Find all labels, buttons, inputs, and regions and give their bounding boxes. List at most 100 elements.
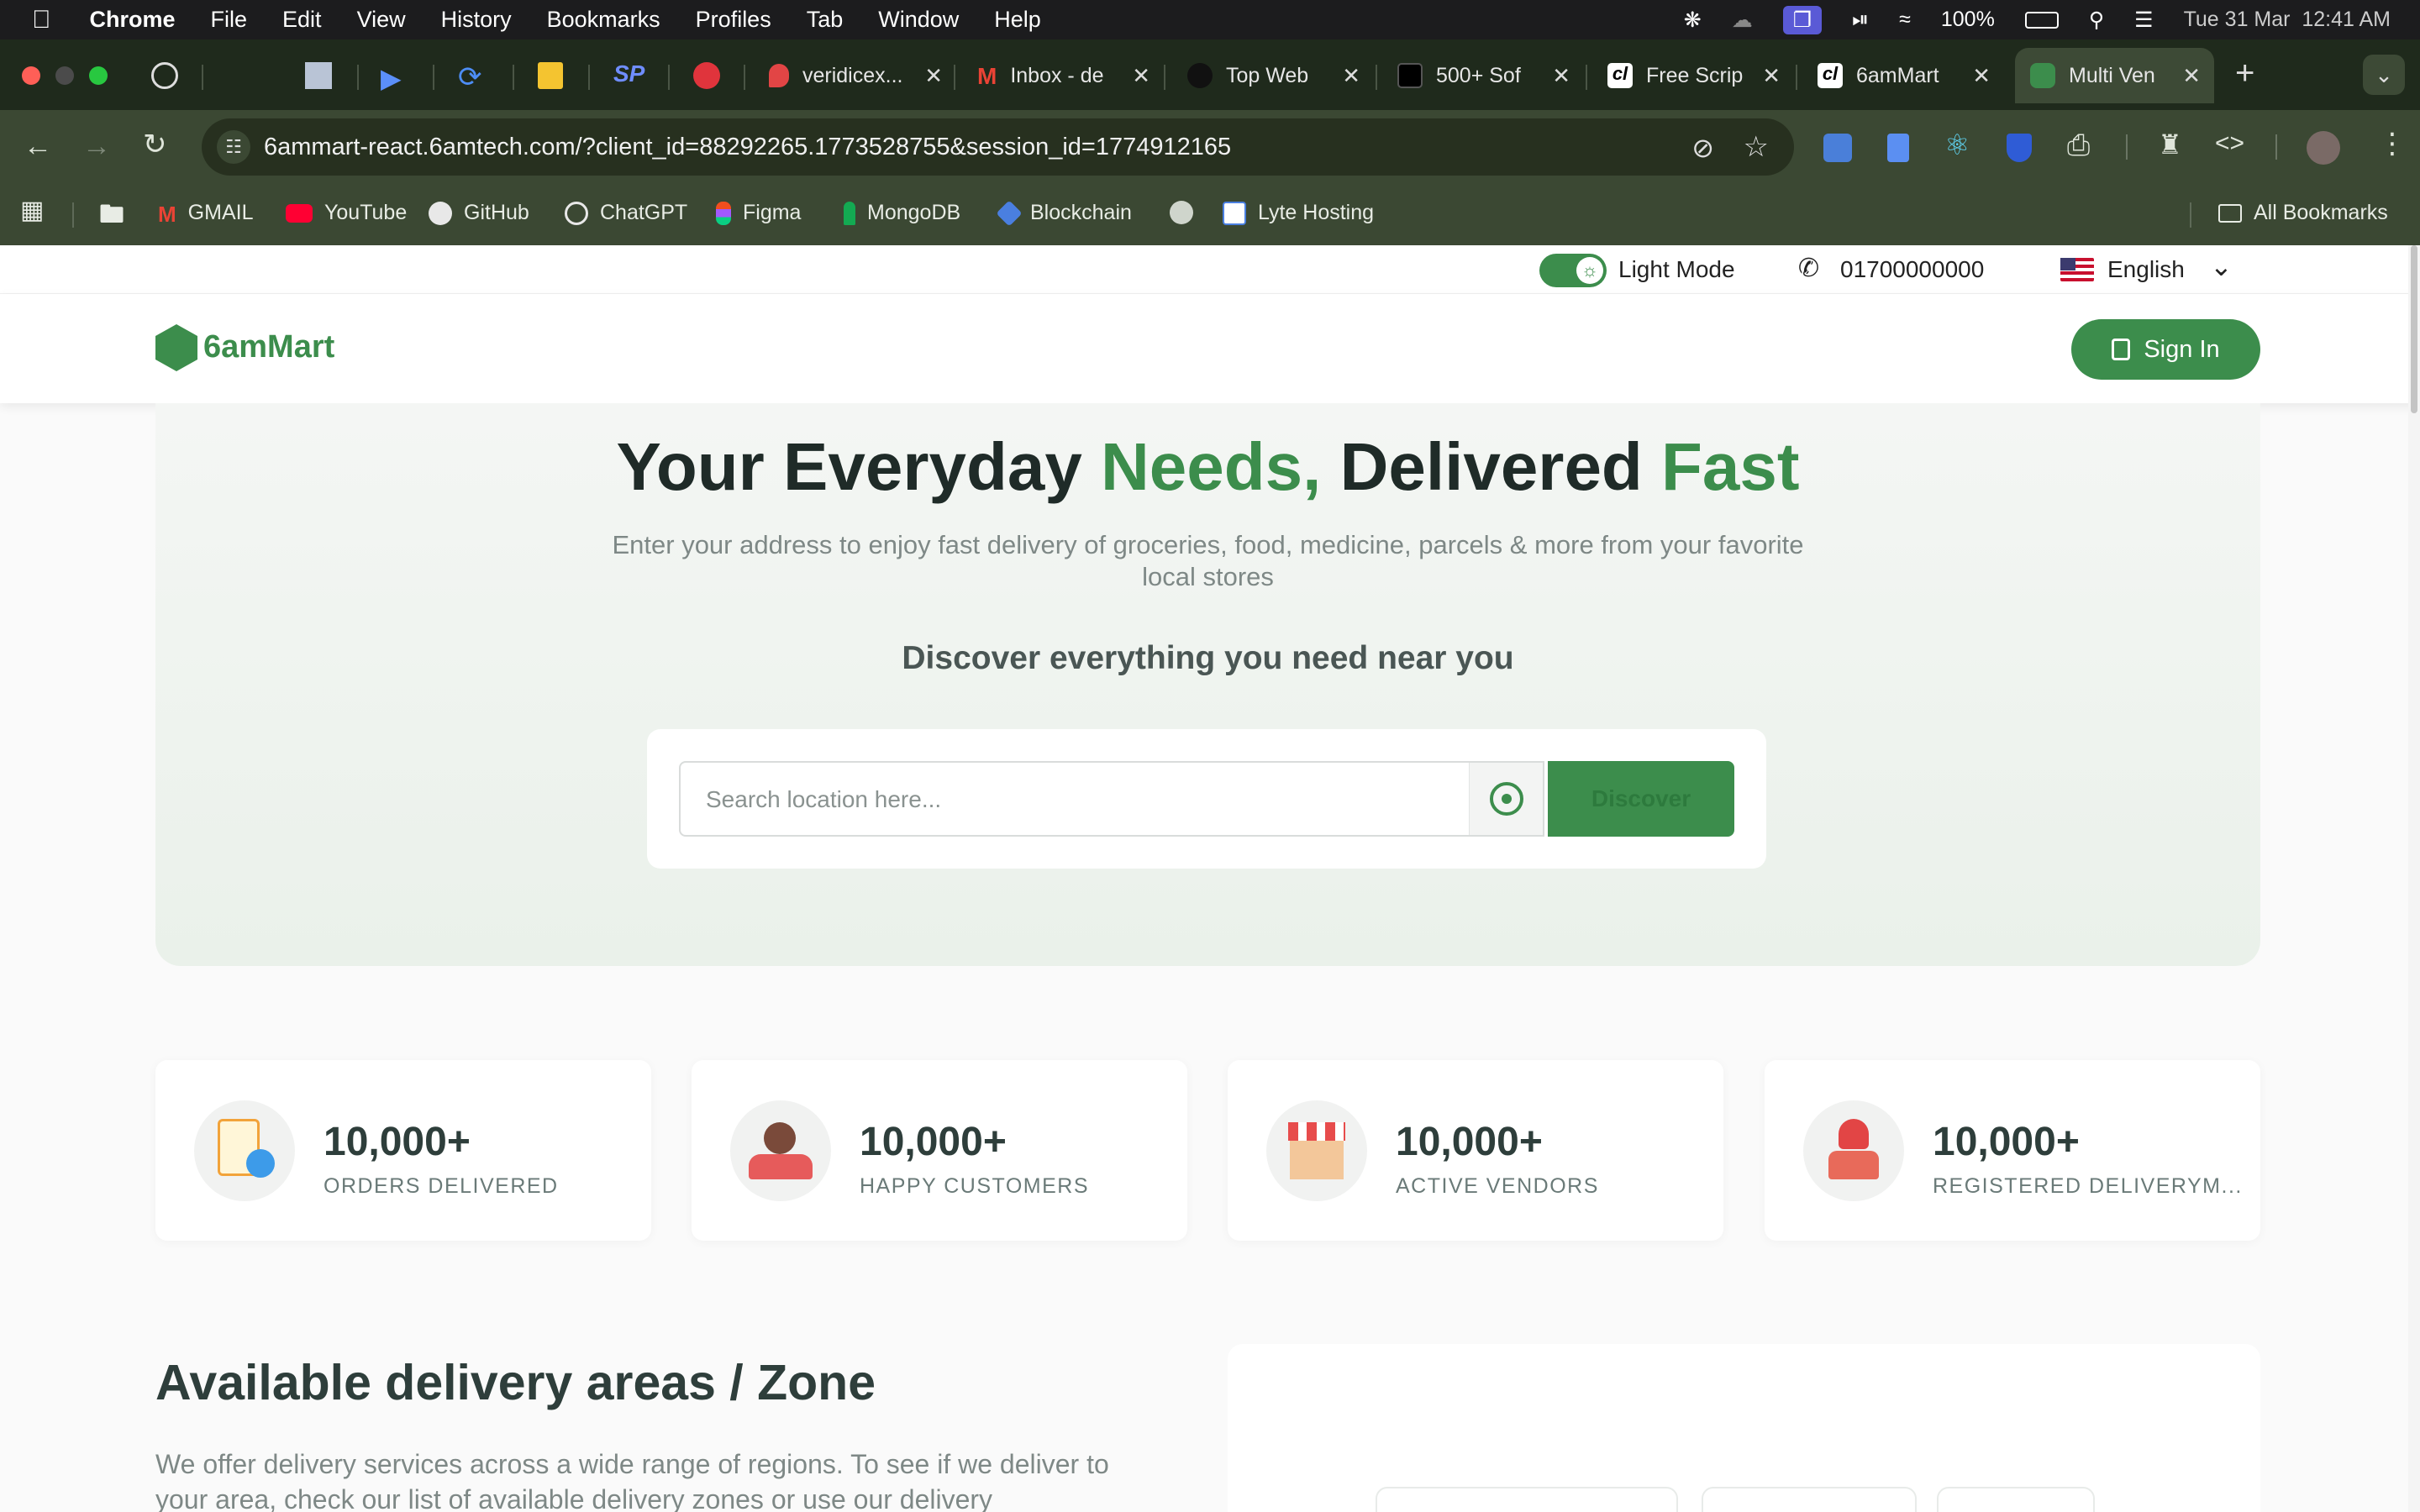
zone-chip[interactable] — [1702, 1487, 1917, 1512]
translate-extension-icon[interactable] — [1823, 134, 1852, 162]
menu-edit[interactable]: Edit — [282, 7, 322, 33]
tab-multi-vendor-active[interactable]: Multi Ven ✕ — [2015, 48, 2214, 103]
language-selector[interactable]: English — [2107, 256, 2185, 283]
control-center-icon[interactable]: ☰ — [2134, 8, 2153, 33]
bookmark-figma[interactable]: Figma — [716, 201, 801, 225]
menu-file[interactable]: File — [211, 7, 248, 33]
discover-button[interactable]: Discover — [1548, 761, 1734, 837]
6ammart-logo-icon[interactable] — [155, 324, 197, 371]
tab-gmail-inbox[interactable]: M Inbox - de ✕ — [971, 48, 1157, 103]
menu-history[interactable]: History — [441, 7, 512, 33]
bitwarden-extension-icon[interactable] — [2007, 134, 2032, 162]
tab-500-software[interactable]: 500+ Sof ✕ — [1391, 48, 1577, 103]
new-tab-icon[interactable]: + — [2235, 55, 2254, 92]
reload-icon[interactable]: ↻ — [143, 130, 167, 159]
stat-label: ORDERS DELIVERED — [324, 1174, 559, 1198]
extensions-puzzle-icon[interactable]: ⎙ — [2067, 131, 2090, 160]
apple-menu-icon[interactable]:  — [32, 6, 51, 34]
battery-percent[interactable]: 100% — [1941, 8, 1995, 32]
site-header: 6amMart Sign In — [0, 294, 2420, 403]
current-location-button[interactable] — [1469, 763, 1543, 835]
spotlight-search-icon[interactable]: ⚲ — [2089, 8, 2104, 33]
tab-close-icon[interactable]: ✕ — [1342, 63, 1360, 89]
window-zoom-button[interactable] — [89, 66, 108, 85]
tracking-off-icon[interactable]: ⊘ — [1691, 132, 1714, 164]
incognito-icon[interactable]: ♜ — [2158, 131, 2182, 158]
screen-mirror-icon[interactable]: ❐ — [1782, 5, 1823, 34]
devtools-code-icon[interactable]: <> — [2215, 131, 2244, 156]
bookmark-youtube[interactable]: YouTube — [286, 201, 407, 225]
address-bar[interactable]: ☷ 6ammart-react.6amtech.com/?client_id=8… — [202, 118, 1794, 176]
theme-mode-label[interactable]: Light Mode — [1618, 256, 1735, 283]
tab-close-icon[interactable]: ✕ — [1132, 63, 1150, 89]
pinned-tab-qr-icon[interactable] — [305, 62, 332, 89]
wifi-icon[interactable]: ≈ — [1899, 8, 1911, 32]
forward-arrow-icon[interactable]: → — [82, 132, 111, 160]
play-status-icon[interactable]: ⏯ — [1852, 8, 1869, 32]
tab-close-icon[interactable]: ✕ — [1552, 63, 1570, 89]
cloud-status-icon[interactable]: ☁ — [1732, 8, 1753, 33]
chrome-menu-kebab-icon[interactable]: ⋮ — [2378, 129, 2407, 158]
tab-close-icon[interactable]: ✕ — [1972, 63, 1991, 89]
menu-profiles[interactable]: Profiles — [696, 7, 771, 33]
menu-app-name[interactable]: Chrome — [90, 7, 176, 33]
pinned-tab-sync-icon[interactable]: ⟳ — [458, 60, 482, 94]
6ammart-favicon-icon — [2030, 63, 2055, 88]
page-scrollbar-thumb[interactable] — [2411, 245, 2417, 413]
mongodb-leaf-icon — [844, 201, 855, 225]
tab-top-web[interactable]: Top Web ✕ — [1181, 48, 1367, 103]
site-info-icon[interactable]: ☷ — [217, 130, 250, 164]
bookmark-globe[interactable] — [1170, 201, 1205, 224]
tab-free-scripts[interactable]: cl Free Scrip ✕ — [1601, 48, 1787, 103]
pinned-tab-sp-icon[interactable]: SP — [613, 60, 644, 87]
pinned-tab-sheet-icon[interactable] — [538, 62, 563, 89]
hero-title-highlight: Needs, — [1101, 429, 1322, 504]
page-scrollbar[interactable] — [2408, 245, 2420, 1512]
pinned-tab-openai-icon[interactable] — [151, 62, 178, 89]
menu-window[interactable]: Window — [878, 7, 959, 33]
sign-in-button[interactable]: Sign In — [2071, 319, 2260, 380]
chevron-down-icon[interactable]: ⌄ — [2210, 250, 2233, 282]
bookmark-chatgpt[interactable]: ChatGPT — [565, 201, 687, 225]
window-minimize-button[interactable] — [55, 66, 74, 85]
theme-toggle[interactable]: ☼ — [1539, 254, 1607, 287]
sparkle-status-icon[interactable]: ❋ — [1684, 8, 1702, 33]
menu-bookmarks[interactable]: Bookmarks — [547, 7, 660, 33]
profile-avatar[interactable] — [2307, 131, 2340, 165]
storefront-vendor-icon — [1266, 1100, 1367, 1201]
site-logo-text[interactable]: 6amMart — [203, 329, 334, 365]
toolbar-divider — [2126, 134, 2128, 160]
menu-view[interactable]: View — [357, 7, 406, 33]
menubar-clock[interactable]: Tue 31 Mar 12:41 AM — [2184, 8, 2391, 32]
pinned-tab-red-icon[interactable] — [693, 62, 720, 89]
bookmark-star-icon[interactable]: ☆ — [1744, 130, 1769, 164]
bookmark-gmail[interactable]: M GMAIL — [158, 201, 253, 227]
happy-customers-icon — [730, 1100, 831, 1201]
location-search-input[interactable]: Search location here... — [679, 761, 1544, 837]
bookmark-blockchain[interactable]: Blockchain — [996, 199, 1132, 227]
tab-close-icon[interactable]: ✕ — [2182, 63, 2201, 89]
back-arrow-icon[interactable]: ← — [24, 132, 52, 160]
tab-search-dropdown-icon[interactable]: ⌄ — [2363, 55, 2405, 95]
menu-tab[interactable]: Tab — [807, 7, 844, 33]
bookmark-mongodb[interactable]: MongoDB — [844, 201, 960, 225]
pinned-tab-play-icon[interactable]: ▶ — [381, 62, 402, 94]
phone-number[interactable]: 01700000000 — [1840, 256, 1984, 283]
docs-extension-icon[interactable] — [1887, 134, 1909, 162]
bookmark-github[interactable]: GitHub — [429, 201, 529, 225]
bookmark-folder-icon[interactable]: 🖿 — [99, 196, 124, 239]
battery-icon[interactable] — [2024, 11, 2059, 29]
address-bar-url[interactable]: 6ammart-react.6amtech.com/?client_id=882… — [264, 134, 1231, 161]
all-bookmarks[interactable]: All Bookmarks — [2218, 201, 2388, 225]
tab-veridicex[interactable]: veridicex... ✕ — [760, 48, 950, 103]
tab-close-icon[interactable]: ✕ — [924, 63, 943, 89]
tab-close-icon[interactable]: ✕ — [1762, 63, 1781, 89]
menu-help[interactable]: Help — [994, 7, 1041, 33]
bookmark-lyte-hosting[interactable]: Lyte Hosting — [1223, 201, 1374, 225]
apps-grid-icon[interactable]: ▦ — [20, 196, 44, 225]
tab-6ammart[interactable]: cl 6amMart ✕ — [1811, 48, 1997, 103]
zone-chip[interactable] — [1937, 1487, 2095, 1512]
window-close-button[interactable] — [22, 66, 40, 85]
zone-chip[interactable] — [1376, 1487, 1678, 1512]
react-devtools-icon[interactable]: ⚛ — [1944, 131, 1970, 160]
